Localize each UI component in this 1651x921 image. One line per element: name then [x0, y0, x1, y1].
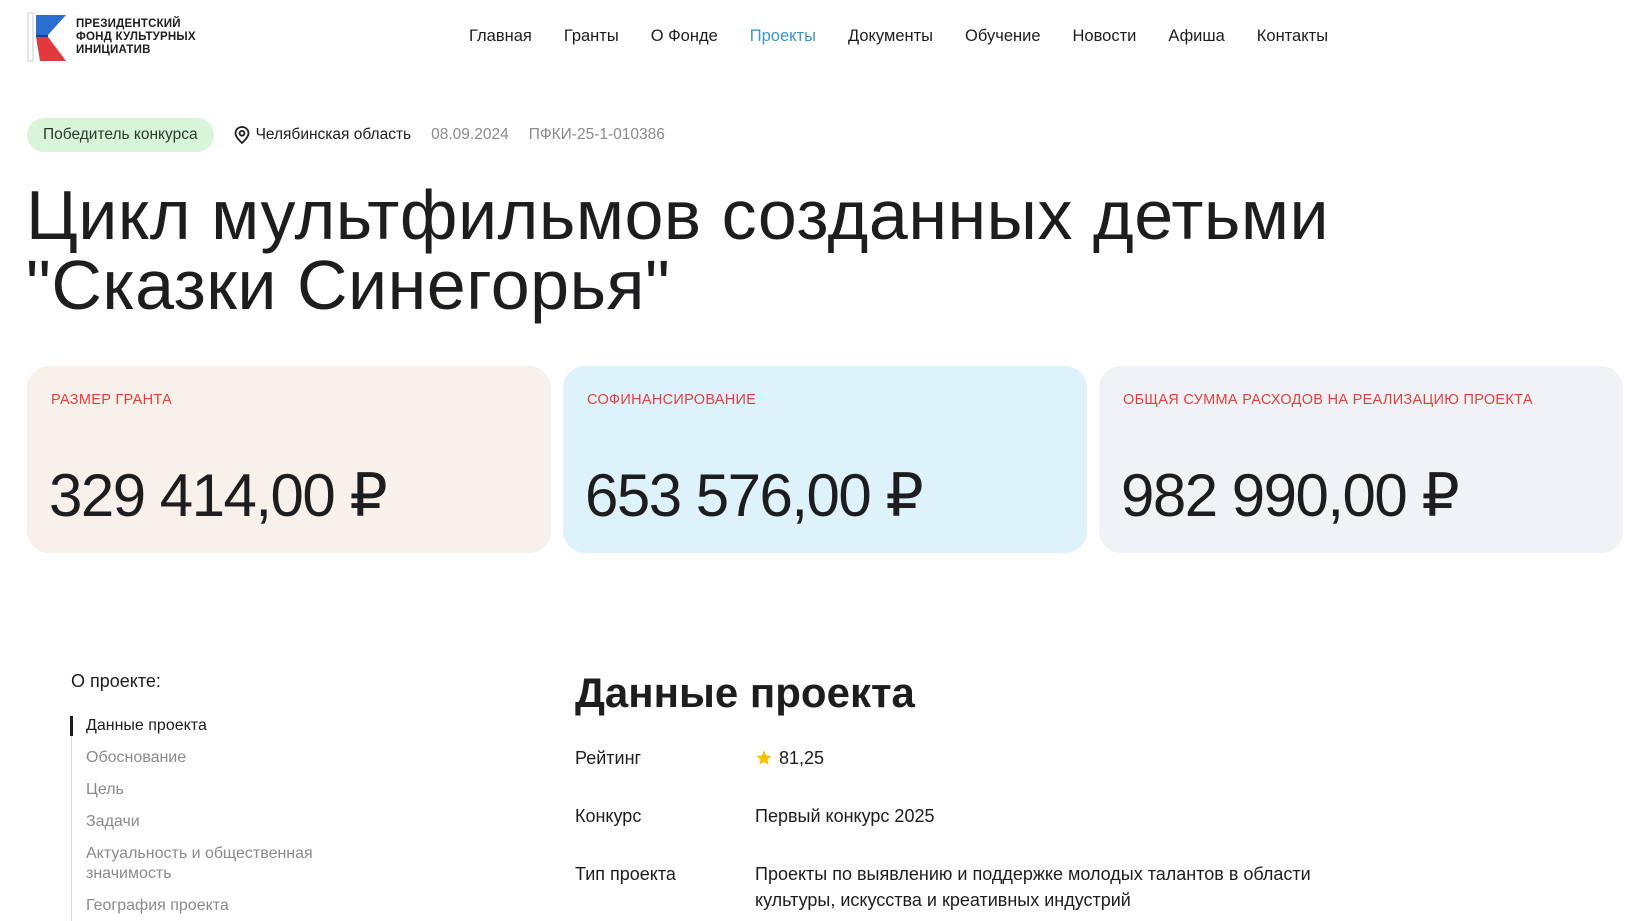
nav-item-learning[interactable]: Обучение: [965, 27, 1040, 46]
sidebar-title: О проекте:: [71, 671, 161, 691]
rating-number: 81,25: [779, 748, 825, 768]
page-title: Цикл мультфильмов созданных детьми "Сказ…: [26, 180, 1526, 320]
cofinancing-card: СОФИНАНСИРОВАНИЕ 653 576,00 ₽: [563, 366, 1087, 553]
card-value: 982 990,00 ₽: [1121, 462, 1460, 529]
logo-text-line3: ИНИЦИАТИВ: [76, 43, 151, 56]
nav-item-about[interactable]: О Фонде: [651, 27, 718, 46]
logo-text-line1: ПРЕЗИДЕНТСКИЙ: [76, 17, 181, 30]
finance-cards: РАЗМЕР ГРАНТА 329 414,00 ₽ СОФИНАНСИРОВА…: [27, 366, 1623, 553]
star-icon: [756, 750, 772, 765]
sidebar-item-geography[interactable]: География проекта: [72, 896, 371, 916]
section-title: Данные проекта: [575, 669, 915, 716]
sidebar-item-project-data[interactable]: Данные проекта: [70, 716, 371, 736]
row-value: Первый конкурс 2025: [755, 806, 935, 826]
row-label: Тип проекта: [575, 864, 676, 884]
row-label: Рейтинг: [575, 748, 642, 768]
site-header: ПРЕЗИДЕНТСКИЙ ФОНД КУЛЬТУРНЫХ ИНИЦИАТИВ …: [0, 0, 1651, 80]
site-logo[interactable]: ПРЕЗИДЕНТСКИЙ ФОНД КУЛЬТУРНЫХ ИНИЦИАТИВ: [26, 11, 196, 63]
nav-item-home[interactable]: Главная: [469, 27, 532, 46]
grant-size-card: РАЗМЕР ГРАНТА 329 414,00 ₽: [27, 366, 551, 553]
status-badge: Победитель конкурса: [27, 118, 214, 152]
sidebar-item-goal[interactable]: Цель: [72, 780, 371, 800]
card-value: 653 576,00 ₽: [585, 462, 924, 529]
sidebar-item-tasks[interactable]: Задачи: [72, 812, 371, 832]
nav-item-news[interactable]: Новости: [1073, 27, 1137, 46]
sidebar-nav: Данные проекта Обоснование Цель Задачи А…: [70, 716, 371, 921]
total-expenses-card: ОБЩАЯ СУММА РАСХОДОВ НА РЕАЛИЗАЦИЮ ПРОЕК…: [1099, 366, 1623, 553]
card-value: 329 414,00 ₽: [49, 462, 388, 529]
page-title-line1: Цикл мультфильмов созданных детьми: [26, 176, 1330, 254]
row-value: Проекты по выявлению и поддержке молодых…: [755, 864, 1311, 910]
card-label: ОБЩАЯ СУММА РАСХОДОВ НА РЕАЛИЗАЦИЮ ПРОЕК…: [1123, 392, 1533, 408]
card-label: РАЗМЕР ГРАНТА: [51, 392, 173, 408]
project-type-row: Тип проекта Проекты по выявлению и подде…: [575, 861, 1395, 913]
card-label: СОФИНАНСИРОВАНИЕ: [587, 392, 757, 408]
row-label: Конкурс: [575, 806, 642, 826]
location-pin-icon: [234, 126, 249, 144]
nav-item-projects[interactable]: Проекты: [750, 27, 816, 46]
nav-item-contacts[interactable]: Контакты: [1257, 27, 1328, 46]
rating-value: 81,25: [755, 745, 1395, 771]
main-nav: Главная Гранты О Фонде Проекты Документы…: [469, 27, 1360, 46]
project-meta: Победитель конкурса Челябинская область …: [27, 118, 665, 152]
nav-item-documents[interactable]: Документы: [848, 27, 933, 46]
logo-text-line2: ФОНД КУЛЬТУРНЫХ: [76, 30, 196, 43]
sidebar-item-justification[interactable]: Обоснование: [72, 748, 371, 768]
project-region: Челябинская область: [234, 126, 412, 144]
pfki-logo-icon: [26, 11, 70, 63]
sidebar-item-relevance[interactable]: Актуальность и общественная значимость: [72, 844, 332, 884]
nav-item-grants[interactable]: Гранты: [564, 27, 619, 46]
project-date: 08.09.2024: [431, 126, 509, 143]
project-code: ПФКИ-25-1-010386: [528, 126, 665, 143]
page-title-line2: "Сказки Синегорья": [26, 246, 671, 324]
contest-row: Конкурс Первый конкурс 2025: [575, 803, 1395, 829]
rating-row: Рейтинг 81,25: [575, 745, 1395, 771]
region-label: Челябинская область: [255, 126, 412, 143]
nav-item-events[interactable]: Афиша: [1168, 27, 1224, 46]
